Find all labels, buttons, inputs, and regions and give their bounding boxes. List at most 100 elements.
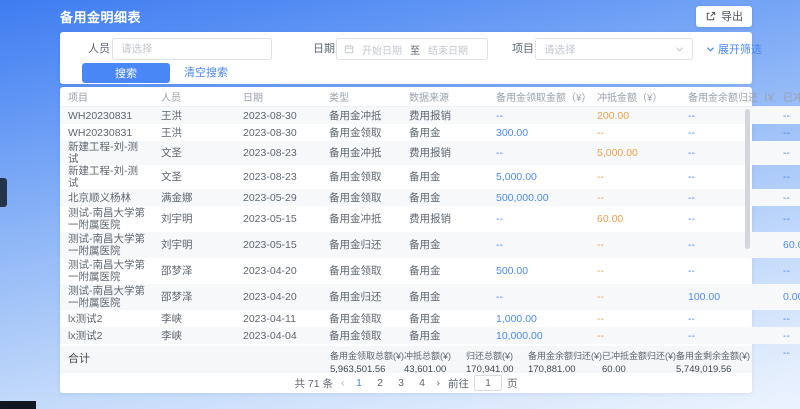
total-item: 已冲抵金额归还(¥)60.00	[602, 349, 676, 375]
table-cell: 费用报销	[401, 107, 488, 125]
search-button[interactable]: 搜索	[82, 63, 170, 83]
table-cell: 2023-05-15	[235, 232, 321, 258]
table-cell: lx测试2	[60, 327, 153, 344]
goto-page-control: 前往 页	[448, 375, 518, 391]
table-cell: 备用金领取	[321, 258, 401, 284]
total-item-label: 归还总额(¥)	[466, 349, 528, 362]
total-item: 备用金领取总额(¥)5,963,501.56	[330, 349, 404, 375]
table-cell: 满金娜	[153, 189, 235, 206]
column-header: 已冲抵金额归还（¥）	[775, 87, 800, 107]
filter-panel: 人员 日期 开始日期 至 结束日期 项目 请选择 展开筛选	[60, 32, 752, 84]
table-cell: 新建工程-刘-测试	[60, 165, 153, 189]
page-number-1[interactable]: 1	[353, 377, 366, 389]
total-item: 备用金剩余金额(¥)5,749,019.56	[676, 349, 750, 375]
table-cell: --	[488, 284, 589, 310]
project-select-placeholder: 请选择	[544, 42, 576, 57]
total-item-label: 已冲抵金额归还(¥)	[602, 349, 676, 362]
pagination-total-text: 共 71 条	[294, 376, 333, 391]
table-cell: 备用金	[401, 310, 488, 327]
table-cell: 测试-南昌大学第一附属医院	[60, 232, 153, 258]
table-cell: 文圣	[153, 141, 235, 165]
table-cell: 新建工程-刘-测试	[60, 141, 153, 165]
date-range-picker[interactable]: 开始日期 至 结束日期	[336, 38, 488, 60]
table-cell: --	[589, 310, 680, 327]
goto-page-input[interactable]	[474, 375, 502, 391]
total-item: 归还总额(¥)170,941.00	[466, 349, 528, 375]
table-cell: 备用金冲抵	[321, 141, 401, 165]
column-header: 数据来源	[401, 87, 488, 107]
date-range-separator: 至	[410, 42, 420, 57]
table-cell: 费用报销	[401, 141, 488, 165]
table-cell: 备用金	[401, 165, 488, 189]
total-item-label: 冲抵总额(¥)	[404, 349, 466, 362]
table-cell: --	[680, 232, 775, 258]
project-select[interactable]: 请选择	[535, 38, 693, 60]
table-row: 新建工程-刘-测试文圣2023-08-23备用金冲抵费用报销--5,000.00…	[60, 141, 800, 165]
table-row: 测试-南昌大学第一附属医院邵梦泽2023-04-20备用金归还备用金----10…	[60, 284, 800, 310]
sidebar-collapse-handle[interactable]	[0, 178, 7, 207]
table-cell: --	[488, 232, 589, 258]
column-header: 冲抵金额（¥）	[589, 87, 680, 107]
page-number-2[interactable]: 2	[374, 377, 387, 389]
table-panel: 项目人员日期类型数据来源备用金领取金额（¥）冲抵金额（¥）备用金余额归还（¥）已…	[60, 87, 752, 393]
table-cell: 备用金归还	[321, 232, 401, 258]
table-cell: 2023-04-20	[235, 284, 321, 310]
table-row: 新建工程-刘-测试文圣2023-08-23备用金领取备用金5,000.00---…	[60, 165, 800, 189]
table-row: WH20230831王洪2023-08-30备用金领取备用金300.00----…	[60, 124, 800, 141]
table-cell: 2023-05-29	[235, 189, 321, 206]
person-select-input[interactable]	[112, 38, 272, 60]
export-button[interactable]: 导出	[696, 6, 752, 27]
total-item-label: 备用金领取总额(¥)	[330, 349, 404, 362]
calendar-icon	[344, 44, 354, 54]
chevron-down-icon	[706, 45, 715, 53]
total-item-label: 备用金余额归还(¥)	[528, 349, 602, 362]
goto-prefix-label: 前往	[448, 376, 469, 391]
table-cell: 300.00	[488, 124, 589, 141]
table-cell: 2023-05-15	[235, 206, 321, 232]
table-row: 测试-南昌大学第一附属医院刘宇明2023-05-15备用金冲抵费用报销--60.…	[60, 206, 800, 232]
vertical-scrollbar[interactable]	[745, 109, 750, 249]
table-cell: 北京顺义杨林	[60, 189, 153, 206]
table-cell: 10,000.00	[488, 327, 589, 344]
column-header: 备用金余额归还（¥）	[680, 87, 775, 107]
table-cell: --	[775, 327, 800, 344]
clear-search-link[interactable]: 清空搜索	[184, 63, 228, 83]
next-page-button[interactable]: ›	[437, 377, 441, 389]
expand-filters-link[interactable]: 展开筛选	[706, 38, 762, 60]
table-cell: 1,000.00	[488, 310, 589, 327]
column-header: 备用金领取金额（¥）	[488, 87, 589, 107]
table-cell: 李峡	[153, 327, 235, 344]
project-label: 项目	[512, 38, 534, 60]
prev-page-button[interactable]: ‹	[341, 377, 345, 389]
page-number-4[interactable]: 4	[416, 377, 429, 389]
table-cell: --	[589, 232, 680, 258]
table-cell: 王洪	[153, 124, 235, 141]
table-row: 测试-南昌大学第一附属医院刘宇明2023-05-15备用金归还备用金------…	[60, 232, 800, 258]
table-cell: --	[680, 310, 775, 327]
table-cell: 备用金领取	[321, 189, 401, 206]
table-cell: 文圣	[153, 165, 235, 189]
table-cell: 测试-南昌大学第一附属医院	[60, 284, 153, 310]
export-icon	[705, 11, 716, 22]
table-cell: 备用金归还	[321, 284, 401, 310]
table-cell: --	[488, 206, 589, 232]
detail-table: 项目人员日期类型数据来源备用金领取金额（¥）冲抵金额（¥）备用金余额归还（¥）已…	[60, 87, 800, 361]
table-cell: --	[775, 258, 800, 284]
total-item: 备用金余额归还(¥)170,881.00	[528, 349, 602, 375]
table-cell: 备用金领取	[321, 124, 401, 141]
page-number-3[interactable]: 3	[395, 377, 408, 389]
app-background: 备用金明细表 导出 人员 日期 开始日期 至 结束日期 项目 请选	[0, 0, 800, 409]
table-cell: --	[589, 165, 680, 189]
table-cell: 邵梦泽	[153, 284, 235, 310]
table-cell: --	[680, 189, 775, 206]
table-cell: 备用金	[401, 232, 488, 258]
table-cell: 备用金领取	[321, 310, 401, 327]
table-cell: 备用金冲抵	[321, 107, 401, 125]
table-cell: --	[775, 344, 800, 361]
table-cell: lx测试2	[60, 310, 153, 327]
pagination-bar: 共 71 条 ‹ 1234 › 前往 页	[60, 373, 752, 393]
date-start-placeholder: 开始日期	[362, 42, 402, 57]
table-row: lx测试2李峡2023-04-04备用金领取备用金10,000.00------	[60, 327, 800, 344]
table-cell: --	[680, 165, 775, 189]
page-title: 备用金明细表	[60, 7, 141, 26]
